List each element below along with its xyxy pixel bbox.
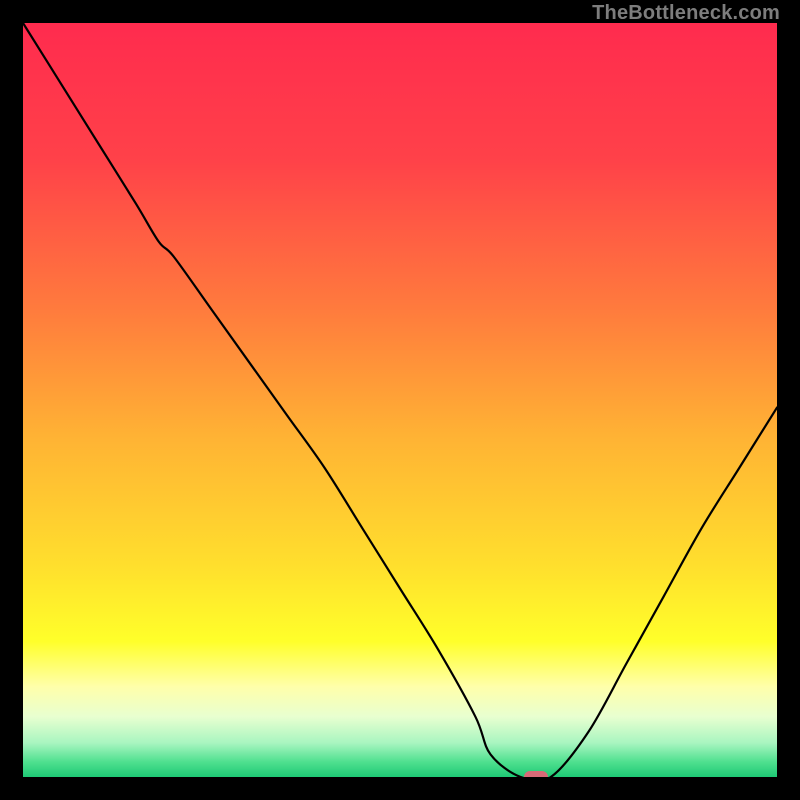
chart-plot-area: [23, 23, 777, 777]
watermark-text: TheBottleneck.com: [592, 2, 780, 25]
optimal-point-marker: [524, 771, 548, 777]
bottleneck-curve: [23, 23, 777, 777]
